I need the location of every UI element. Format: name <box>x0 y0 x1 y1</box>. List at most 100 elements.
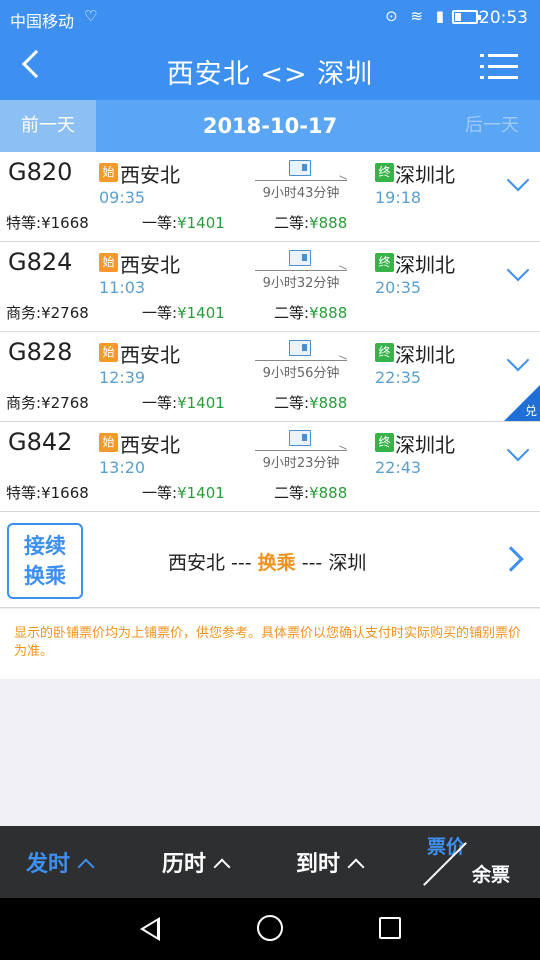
seat-price: ¥1401 <box>177 484 225 502</box>
to-station: 深圳北 <box>395 163 455 187</box>
nav-recent-icon[interactable] <box>379 917 401 939</box>
next-day-button[interactable]: 后一天 <box>444 100 540 152</box>
sort-label: 历时 <box>162 852 207 877</box>
seat-price: ¥2768 <box>41 304 89 322</box>
train-row[interactable]: G842 始 西安北 13:20 9小时23分钟 终 深圳北 22:43 特等:… <box>0 422 540 512</box>
sort-label: 到时 <box>296 852 341 877</box>
train-code: G824 <box>8 248 73 276</box>
to-station: 深圳北 <box>395 343 455 367</box>
terminal-tag: 终 <box>375 433 394 452</box>
seat-price: ¥1401 <box>177 214 225 232</box>
from-station: 西安北 <box>120 163 180 187</box>
seat-price-2: 一等:¥1401 <box>142 482 225 503</box>
seat-price-3: 二等:¥888 <box>274 392 347 413</box>
chevron-down-icon[interactable] <box>506 168 530 192</box>
seat-price-3: 二等:¥888 <box>274 482 347 503</box>
seat-label: 二等: <box>274 304 310 322</box>
seat-label: 一等: <box>142 484 178 502</box>
chevron-down-icon[interactable] <box>506 258 530 282</box>
transfer-badge-line1: 接续 <box>24 534 66 558</box>
origin-tag: 始 <box>99 253 118 272</box>
arrival-time: 22:43 <box>375 458 422 477</box>
date-bar: 2018-10-17 前一天 后一天 <box>0 100 540 152</box>
seat-price-2: 一等:¥1401 <box>142 392 225 413</box>
seat-price-1: 特等:¥1668 <box>6 212 89 233</box>
transfer-to: --- 深圳 <box>295 552 367 574</box>
seat-price-1: 特等:¥1668 <box>6 482 89 503</box>
menu-icon[interactable] <box>480 52 518 82</box>
sort-bar: 发时 历时 到时 票价 余票 <box>0 826 540 898</box>
seat-label: 一等: <box>142 394 178 412</box>
departure-time: 12:39 <box>99 368 146 387</box>
seat-price: ¥1401 <box>177 394 225 412</box>
chevron-down-icon[interactable] <box>506 348 530 372</box>
transfer-row[interactable]: 接续 换乘 西安北 --- 换乘 --- 深圳 <box>0 512 540 608</box>
train-code: G820 <box>8 158 73 186</box>
train-code: G842 <box>8 428 73 456</box>
ticket-icon <box>289 250 311 266</box>
arrow-icon <box>255 270 347 271</box>
seat-label: 一等: <box>142 304 178 322</box>
duration: 9小时23分钟 <box>262 456 340 471</box>
train-code: G828 <box>8 338 73 366</box>
sort-label: 发时 <box>26 852 71 877</box>
seat-price: ¥2768 <box>41 394 89 412</box>
caret-up-icon <box>77 858 95 876</box>
origin-tag: 始 <box>99 433 118 452</box>
from-station: 西安北 <box>120 343 180 367</box>
carrier-name: 中国移动 <box>10 12 75 31</box>
prev-day-button[interactable]: 前一天 <box>0 100 96 152</box>
exchange-badge-label: 兑 <box>524 404 537 418</box>
price-toggle[interactable]: 票价 <box>427 832 465 859</box>
seat-price: ¥888 <box>309 304 348 322</box>
arrival-time: 19:18 <box>375 188 422 207</box>
arrow-icon <box>255 360 347 361</box>
seat-label: 一等: <box>142 214 178 232</box>
seat-label: 二等: <box>274 394 310 412</box>
sort-departure-button[interactable]: 发时 <box>26 846 95 878</box>
terminal-tag: 终 <box>375 343 394 362</box>
transfer-badge: 接续 换乘 <box>7 523 83 599</box>
seat-price-3: 二等:¥888 <box>274 302 347 323</box>
arrival-time: 20:35 <box>375 278 422 297</box>
battery-icon <box>452 10 481 24</box>
seat-price: ¥1668 <box>41 484 89 502</box>
chevron-down-icon[interactable] <box>506 438 530 462</box>
from-station: 西安北 <box>120 253 180 277</box>
seat-price: ¥888 <box>309 214 348 232</box>
ticket-icon <box>289 430 311 446</box>
ticket-icon <box>289 160 311 176</box>
sort-duration-button[interactable]: 历时 <box>162 846 231 878</box>
arrow-icon <box>255 180 347 181</box>
price-notice: 显示的卧铺票价均为上铺票价，供您参考。具体票价以您确认支付时实际购买的铺别票价为… <box>0 609 540 679</box>
seat-label: 商务: <box>6 304 42 322</box>
seat-price: ¥888 <box>309 394 348 412</box>
caret-up-icon <box>213 858 231 876</box>
page-title: 西安北 <> 深圳 <box>166 59 374 90</box>
to-station: 深圳北 <box>395 433 455 457</box>
departure-time: 11:03 <box>99 278 146 297</box>
status-time: 20:53 <box>479 8 528 28</box>
origin-tag: 始 <box>99 163 118 182</box>
arrival-time: 22:35 <box>375 368 422 387</box>
signal-icons: ⊙ ≋ ▮ <box>385 7 448 25</box>
sort-arrival-button[interactable]: 到时 <box>296 846 365 878</box>
stock-toggle[interactable]: 余票 <box>472 860 510 887</box>
train-row[interactable]: G824 始 西安北 11:03 9小时32分钟 终 深圳北 20:35 商务:… <box>0 242 540 332</box>
departure-time: 13:20 <box>99 458 146 477</box>
duration: 9小时43分钟 <box>262 186 340 201</box>
arrow-icon <box>255 450 347 451</box>
transfer-badge-line2: 换乘 <box>24 564 66 588</box>
seat-price-1: 商务:¥2768 <box>6 302 89 323</box>
transfer-via: 换乘 <box>257 552 296 574</box>
chevron-right-icon[interactable] <box>498 546 524 572</box>
ticket-icon <box>289 340 311 356</box>
train-row[interactable]: G828 始 西安北 12:39 9小时56分钟 终 深圳北 22:35 商务:… <box>0 332 540 422</box>
title-bar: 西安北 <> 深圳 <box>0 36 540 100</box>
seat-label: 特等: <box>6 484 42 502</box>
train-list: G820 始 西安北 09:35 9小时43分钟 终 深圳北 19:18 特等:… <box>0 152 540 512</box>
train-row[interactable]: G820 始 西安北 09:35 9小时43分钟 终 深圳北 19:18 特等:… <box>0 152 540 242</box>
origin-tag: 始 <box>99 343 118 362</box>
nav-home-icon[interactable] <box>257 915 283 941</box>
nav-back-icon[interactable] <box>140 917 160 941</box>
